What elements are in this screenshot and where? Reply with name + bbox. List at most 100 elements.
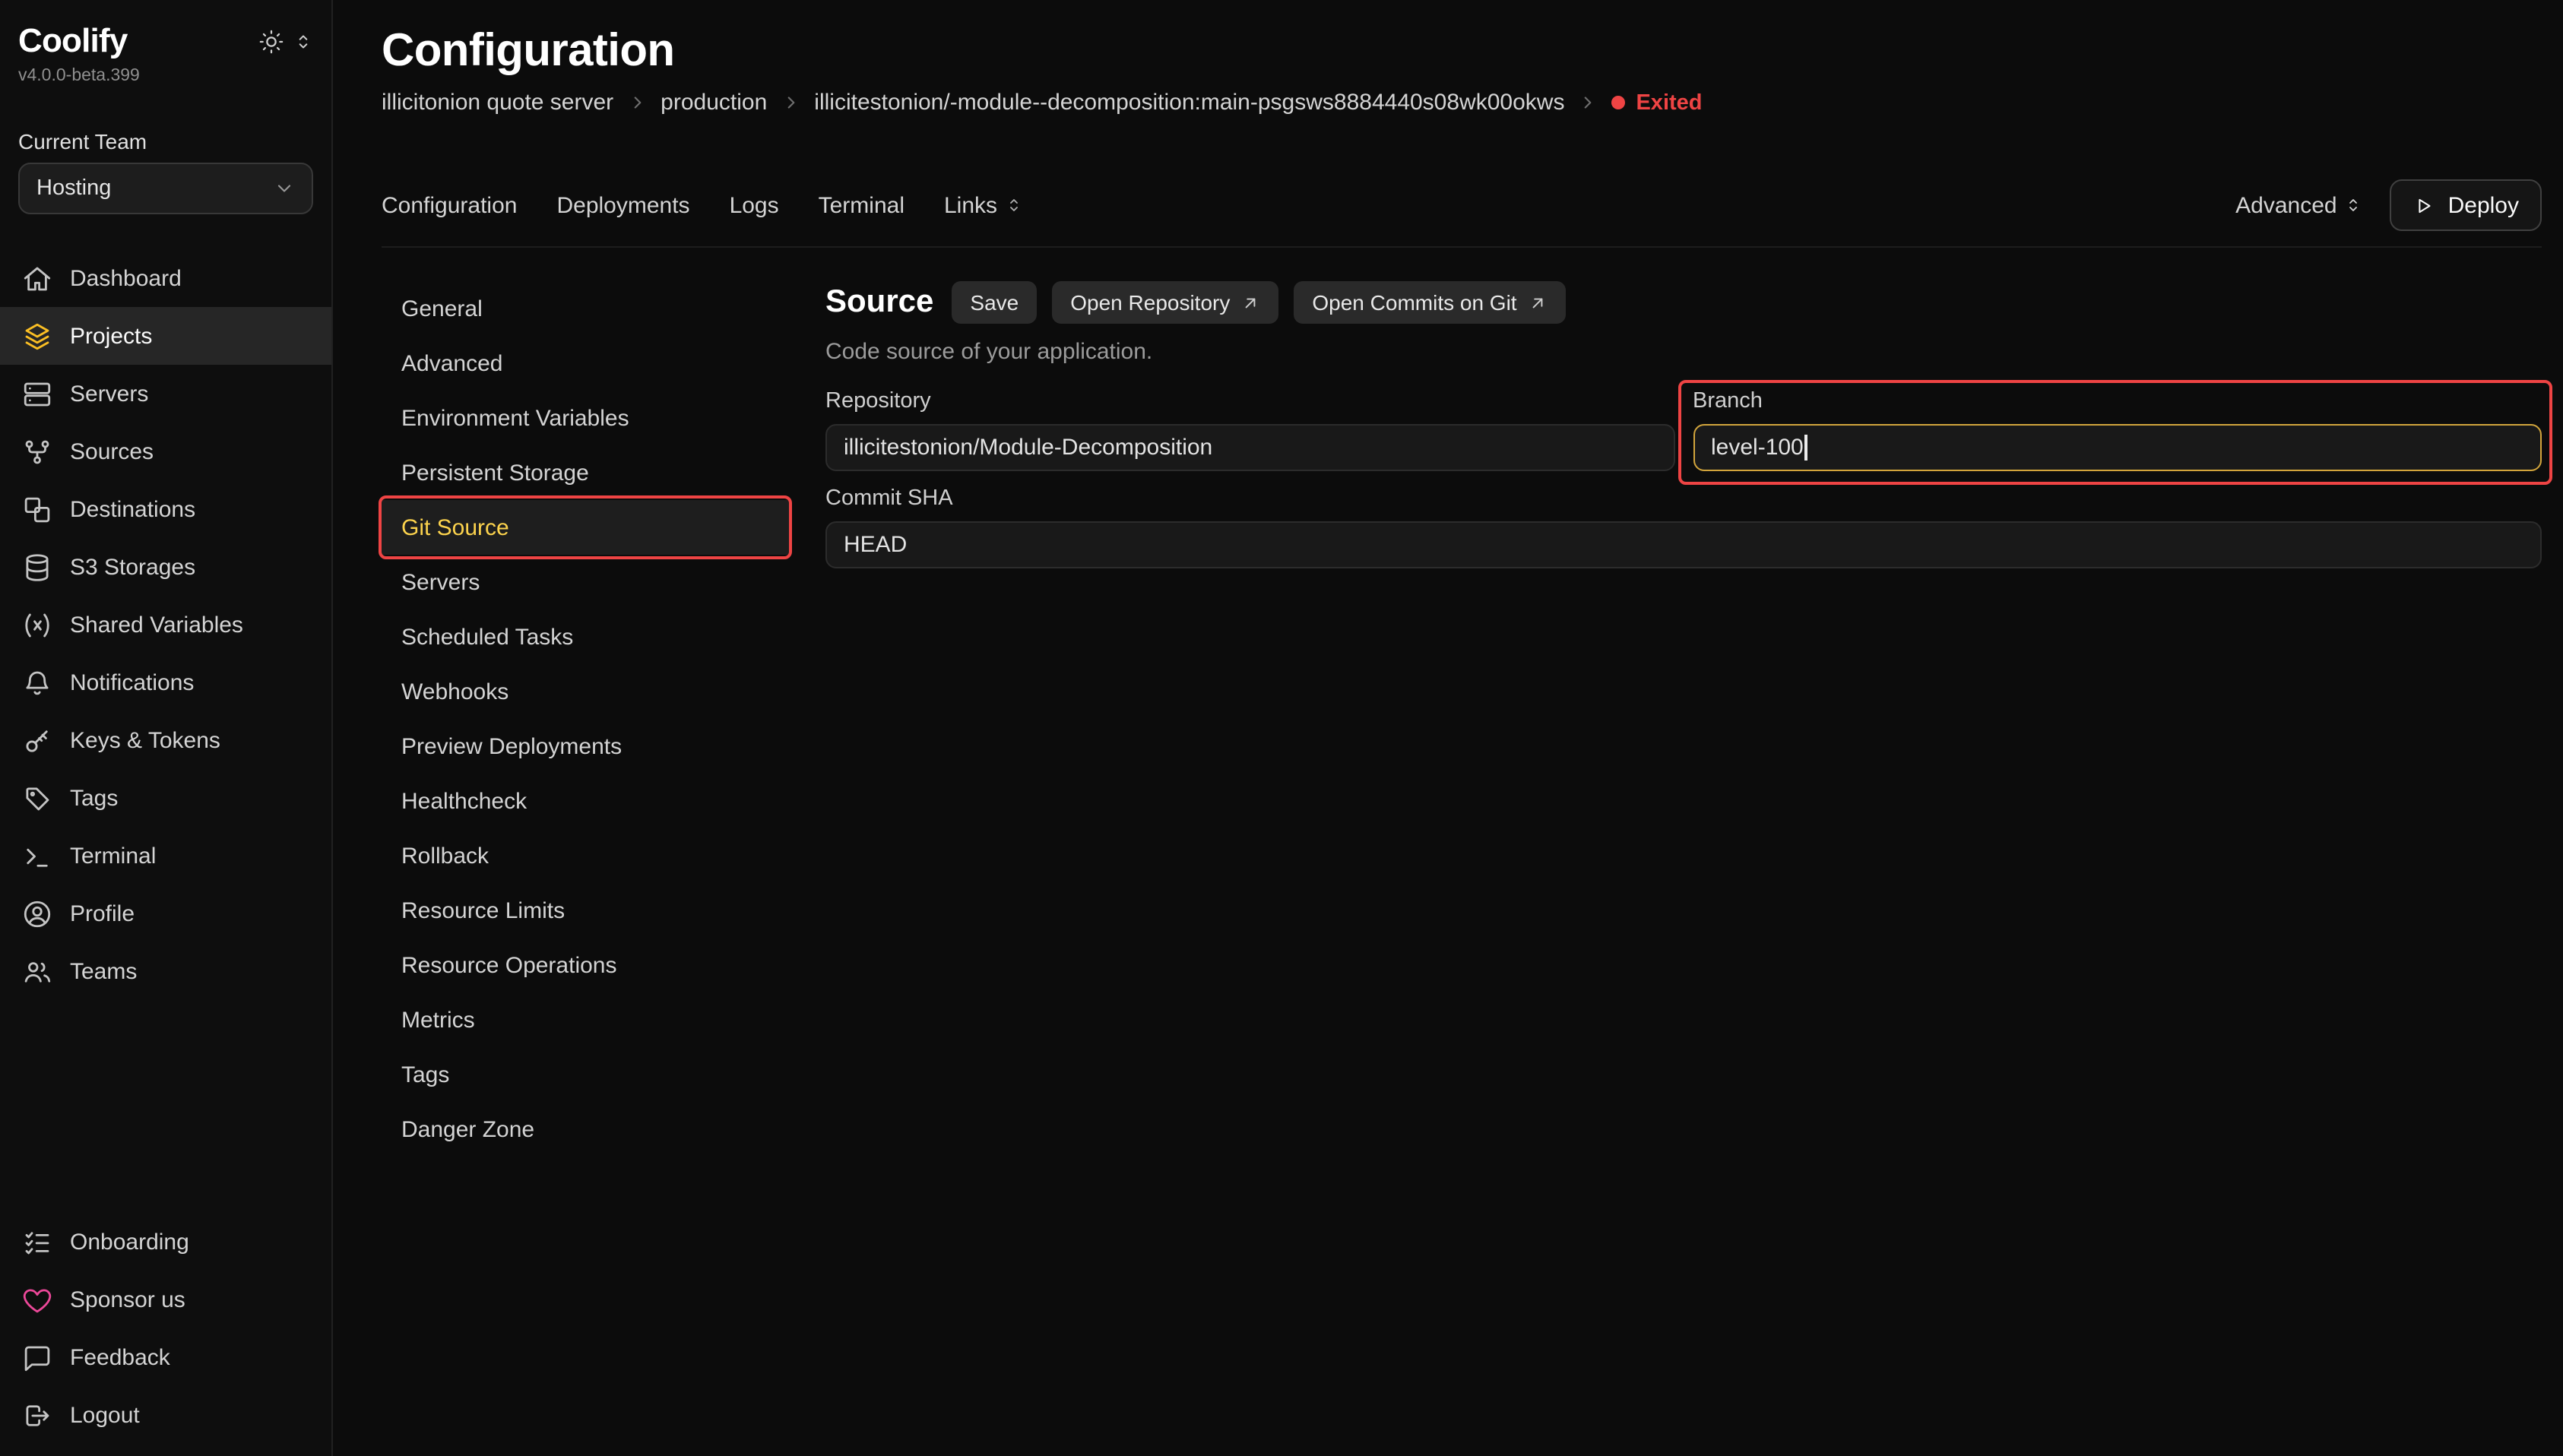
section-title: Source [825,284,933,321]
repository-input[interactable] [825,424,1674,471]
subnav-item-general[interactable]: General [382,281,789,336]
subnav-label: Resource Operations [401,952,617,978]
sidebar-item-s3-storages[interactable]: S3 Storages [0,538,331,596]
subnav-item-environment-variables[interactable]: Environment Variables [382,391,789,445]
sidebar-item-sources[interactable]: Sources [0,423,331,480]
chevron-right-icon [627,93,647,112]
app-logo: Coolify [18,21,128,61]
sidebar-item-servers[interactable]: Servers [0,365,331,423]
breadcrumb: illicitonion quote server production ill… [382,90,2542,116]
sidebar-item-profile[interactable]: Profile [0,885,331,942]
tab-links[interactable]: Links [944,192,1023,218]
server-icon [21,378,53,410]
message-icon [21,1341,53,1373]
sidebar-item-teams[interactable]: Teams [0,942,331,1000]
selector-icon [1005,196,1023,214]
tab-deployments[interactable]: Deployments [556,192,689,218]
sidebar-item-keys-tokens[interactable]: Keys & Tokens [0,711,331,769]
sidebar-item-logout[interactable]: Logout [0,1386,331,1444]
sidebar-item-label: Tags [70,785,118,811]
subnav-item-rollback[interactable]: Rollback [382,828,789,883]
subnav-item-git-source[interactable]: Git Source [382,500,789,555]
git-icon [21,435,53,467]
section-description: Code source of your application. [825,339,2542,365]
list-check-icon [21,1226,53,1258]
tab-bar-right: Advanced Deploy [2235,179,2542,231]
sidebar-item-label: Onboarding [70,1229,189,1255]
breadcrumb-environment[interactable]: production [661,90,767,116]
subnav-item-persistent-storage[interactable]: Persistent Storage [382,445,789,500]
sidebar-item-label: Destinations [70,496,195,522]
advanced-label: Advanced [2235,192,2336,218]
status-dot-icon [1611,96,1625,109]
subnav-label: Metrics [401,1007,475,1033]
sidebar-item-notifications[interactable]: Notifications [0,654,331,711]
open-commits-button[interactable]: Open Commits on Git [1294,281,1565,324]
sidebar-item-tags[interactable]: Tags [0,769,331,827]
subnav-item-metrics[interactable]: Metrics [382,992,789,1047]
subnav-item-advanced[interactable]: Advanced [382,336,789,391]
sidebar-item-label: Sponsor us [70,1287,185,1312]
sidebar-item-destinations[interactable]: Destinations [0,480,331,538]
subnav-label: Advanced [401,350,502,376]
repository-field: Repository [825,389,1674,471]
deploy-label: Deploy [2448,192,2519,218]
sidebar-item-onboarding[interactable]: Onboarding [0,1213,331,1271]
theme-sun-icon[interactable] [258,28,284,54]
subnav-item-danger-zone[interactable]: Danger Zone [382,1102,789,1157]
play-icon [2413,194,2436,217]
home-icon [21,262,53,294]
sidebar-item-projects[interactable]: Projects [0,307,331,365]
subnav-item-tags[interactable]: Tags [382,1047,789,1102]
sidebar-header: Coolify [18,21,313,61]
branch-field: Branch level-100 [1693,389,2542,471]
sidebar-item-terminal[interactable]: Terminal [0,827,331,885]
subnav-item-healthcheck[interactable]: Healthcheck [382,774,789,828]
subnav-label: Rollback [401,843,489,869]
subnav-item-resource-limits[interactable]: Resource Limits [382,883,789,938]
repository-label: Repository [825,389,1674,413]
page-title: Configuration [382,24,2542,79]
breadcrumb-application[interactable]: illicitestonion/-module--decomposition:m… [814,90,1564,116]
sidebar-item-sponsor-us[interactable]: Sponsor us [0,1271,331,1328]
sidebar-item-label: Shared Variables [70,612,243,638]
user-circle-icon [21,897,53,929]
layers-icon [21,320,53,352]
advanced-menu[interactable]: Advanced [2235,192,2362,218]
sidebar-item-label: Teams [70,958,137,984]
subnav-item-webhooks[interactable]: Webhooks [382,664,789,719]
sidebar: Coolify v4.0.0-beta.399 Current Team Hos… [0,0,333,1456]
theme-selector-icon[interactable] [293,31,313,51]
subnav-item-servers[interactable]: Servers [382,555,789,609]
subnav-label: Git Source [401,514,509,540]
breadcrumb-project[interactable]: illicitonion quote server [382,90,613,116]
branch-input-value: level-100 [1711,435,1804,461]
sidebar-item-label: Logout [70,1402,140,1428]
subnav-label: Webhooks [401,679,508,704]
tab-logs[interactable]: Logs [730,192,779,218]
open-repository-button[interactable]: Open Repository [1052,281,1278,324]
team-select[interactable]: Hosting [18,163,313,214]
status-text: Exited [1636,90,1702,115]
tab-terminal[interactable]: Terminal [819,192,904,218]
sidebar-item-shared-variables[interactable]: Shared Variables [0,596,331,654]
sidebar-item-label: Feedback [70,1344,170,1370]
sidebar-item-label: Servers [70,381,148,407]
commit-sha-input[interactable] [825,521,2542,568]
save-button[interactable]: Save [952,281,1037,324]
deploy-button[interactable]: Deploy [2390,179,2542,231]
logout-icon [21,1399,53,1431]
database-icon [21,551,53,583]
open-commits-label: Open Commits on Git [1312,290,1516,315]
boxes-icon [21,493,53,525]
heart-icon [21,1283,53,1315]
sidebar-item-dashboard[interactable]: Dashboard [0,249,331,307]
subnav-item-scheduled-tasks[interactable]: Scheduled Tasks [382,609,789,664]
subnav-item-resource-operations[interactable]: Resource Operations [382,938,789,992]
sidebar-item-feedback[interactable]: Feedback [0,1328,331,1386]
key-icon [21,724,53,756]
tab-configuration[interactable]: Configuration [382,192,517,218]
subnav-item-preview-deployments[interactable]: Preview Deployments [382,719,789,774]
sidebar-item-label: Notifications [70,669,194,695]
branch-input[interactable]: level-100 [1693,424,2542,471]
